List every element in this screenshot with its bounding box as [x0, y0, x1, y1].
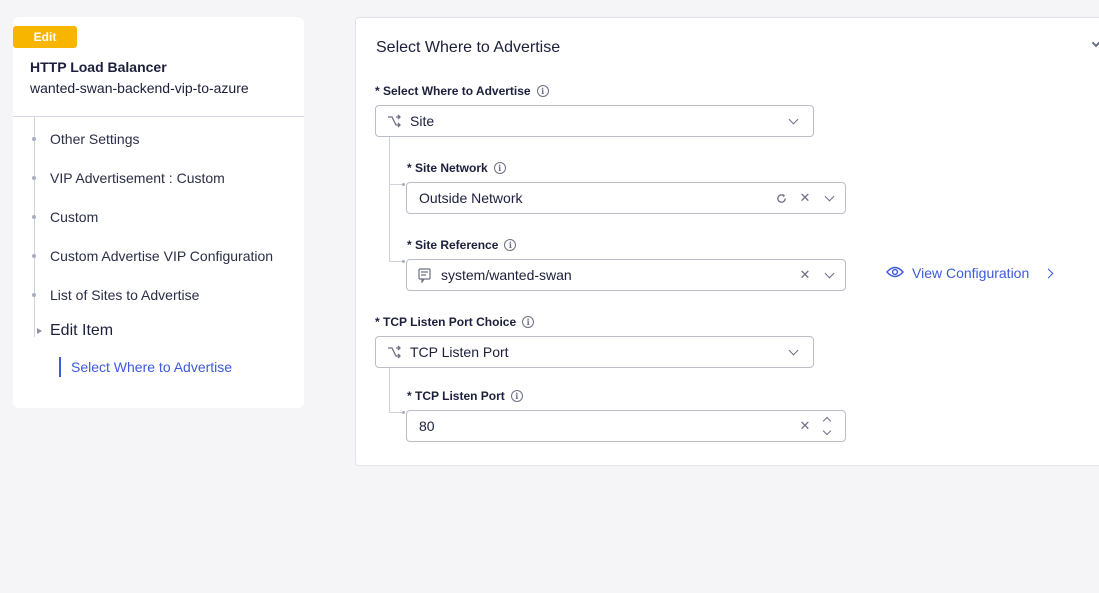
sidebar-subtitle: wanted-swan-backend-vip-to-azure [30, 80, 249, 96]
stepper-down-icon[interactable] [822, 426, 832, 436]
clear-icon[interactable]: ✕ [793, 263, 817, 287]
branch-icon [386, 113, 402, 129]
site-reference-label-text: * Site Reference [407, 238, 499, 252]
document-icon [417, 267, 433, 283]
tree-dot [32, 254, 36, 258]
site-network-label: * Site Network i [407, 161, 506, 175]
branch-dot [402, 411, 405, 414]
site-reference-label: * Site Reference i [407, 238, 517, 252]
tree-item-other-settings[interactable]: Other Settings [50, 131, 140, 147]
view-configuration-text: View Configuration [912, 265, 1030, 281]
tree-dot [32, 293, 36, 297]
chevron-right-icon [1043, 268, 1054, 278]
tree-dot [32, 215, 36, 219]
stepper-up-icon[interactable] [822, 416, 832, 426]
where-label: * Select Where to Advertise i [375, 84, 549, 98]
branch-line [389, 261, 403, 262]
collapse-icon[interactable] [1091, 38, 1099, 48]
sidebar-divider [13, 116, 304, 117]
site-reference-value: system/wanted-swan [441, 267, 572, 283]
tree-dot [32, 137, 36, 141]
clear-icon[interactable]: ✕ [793, 414, 817, 438]
where-select[interactable]: Site [375, 105, 814, 137]
quantity-stepper[interactable] [817, 415, 837, 437]
tree-item-vip-advertisement[interactable]: VIP Advertisement : Custom [50, 170, 225, 186]
eye-icon [886, 265, 904, 281]
info-icon[interactable]: i [504, 239, 517, 251]
tcp-choice-label: * TCP Listen Port Choice i [375, 315, 535, 329]
breadcrumb-sidebar: Edit HTTP Load Balancer wanted-swan-back… [13, 17, 304, 408]
tcp-choice-select[interactable]: TCP Listen Port [375, 336, 814, 368]
clear-icon[interactable]: ✕ [793, 186, 817, 210]
sidebar-title: HTTP Load Balancer [30, 59, 167, 75]
branch-line [389, 412, 403, 413]
tree-item-custom[interactable]: Custom [50, 209, 98, 225]
info-icon[interactable]: i [510, 390, 523, 402]
panel-title: Select Where to Advertise [376, 39, 561, 56]
tree-item-custom-advertise-vip[interactable]: Custom Advertise VIP Configuration [50, 248, 273, 264]
tcp-choice-value: TCP Listen Port [410, 344, 509, 360]
tree-line [34, 117, 35, 337]
view-configuration-link[interactable]: View Configuration [886, 265, 1054, 281]
where-label-text: * Select Where to Advertise [375, 84, 531, 98]
site-network-value: Outside Network [419, 190, 523, 206]
info-icon[interactable]: i [493, 162, 506, 174]
tree-dot [32, 176, 36, 180]
branch-dot [402, 183, 405, 186]
where-select-value: Site [410, 113, 435, 129]
tree-arrow-icon [37, 328, 42, 334]
info-icon[interactable]: i [536, 85, 549, 97]
tcp-port-label: * TCP Listen Port i [407, 389, 523, 403]
tree-item-select-where[interactable]: Select Where to Advertise [71, 359, 232, 375]
chevron-down-icon[interactable] [817, 186, 841, 210]
chevron-down-icon[interactable] [781, 109, 805, 133]
tcp-port-value: 80 [419, 418, 435, 434]
tcp-port-label-text: * TCP Listen Port [407, 389, 505, 403]
active-indicator [59, 357, 61, 377]
edit-badge: Edit [13, 26, 77, 48]
tree-item-list-of-sites[interactable]: List of Sites to Advertise [50, 287, 199, 303]
branch-dot [402, 260, 405, 263]
branch-line [389, 368, 390, 412]
chevron-down-icon[interactable] [781, 340, 805, 364]
tcp-choice-label-text: * TCP Listen Port Choice [375, 315, 517, 329]
chevron-down-icon[interactable] [817, 263, 841, 287]
branch-icon [386, 344, 402, 360]
info-icon[interactable]: i [522, 316, 535, 328]
branch-line [389, 137, 390, 262]
site-network-select[interactable]: Outside Network ✕ [406, 182, 846, 214]
refresh-icon[interactable] [769, 186, 793, 210]
branch-line [389, 184, 403, 185]
tcp-port-input[interactable]: 80 ✕ [406, 410, 846, 442]
tree-item-edit-item[interactable]: Edit Item [50, 322, 113, 340]
form-panel: Select Where to Advertise * Select Where… [355, 17, 1099, 466]
site-network-label-text: * Site Network [407, 161, 488, 175]
site-reference-select[interactable]: system/wanted-swan ✕ [406, 259, 846, 291]
